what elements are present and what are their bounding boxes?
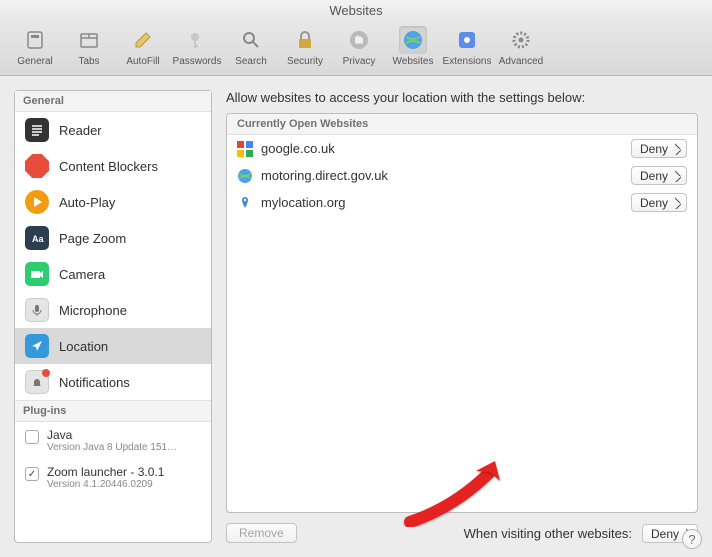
tab-security[interactable]: Security <box>282 26 328 67</box>
sidebar-header-general: General <box>15 91 211 112</box>
pencil-icon <box>129 26 157 54</box>
sidebar-label: Page Zoom <box>59 231 126 246</box>
microphone-icon <box>25 298 49 322</box>
site-row[interactable]: motoring.direct.gov.uk Deny <box>227 162 697 189</box>
sidebar-label: Reader <box>59 123 102 138</box>
hand-icon <box>345 26 373 54</box>
sidebar-item-reader[interactable]: Reader <box>15 112 211 148</box>
sidebar-label: Camera <box>59 267 105 282</box>
plugin-version: Version 4.1.20446.0209 <box>47 479 164 490</box>
sidebar-item-location[interactable]: Location <box>15 328 211 364</box>
help-button[interactable]: ? <box>682 529 702 549</box>
tabs-icon <box>75 26 103 54</box>
window-title: Websites <box>0 0 712 22</box>
tab-search[interactable]: Search <box>228 26 274 67</box>
tab-passwords[interactable]: Passwords <box>174 26 220 67</box>
site-name: mylocation.org <box>261 195 623 210</box>
site-row[interactable]: mylocation.org Deny <box>227 189 697 216</box>
site-permission-select[interactable]: Deny <box>631 139 687 158</box>
checkbox[interactable]: ✓ <box>25 467 39 481</box>
footer-label: When visiting other websites: <box>464 526 632 541</box>
remove-button[interactable]: Remove <box>226 523 297 543</box>
plugin-version: Version Java 8 Update 151… <box>47 442 177 453</box>
tab-websites[interactable]: Websites <box>390 26 436 67</box>
key-icon <box>183 26 211 54</box>
main-title: Allow websites to access your location w… <box>226 90 698 105</box>
gear-icon <box>507 26 535 54</box>
sidebar-label: Notifications <box>59 375 130 390</box>
tab-tabs[interactable]: Tabs <box>66 26 112 67</box>
favicon-pin <box>237 195 253 211</box>
main-panel: Allow websites to access your location w… <box>226 90 698 543</box>
plugin-item-zoom[interactable]: ✓ Zoom launcher - 3.0.1 Version 4.1.2044… <box>15 459 211 496</box>
sidebar-label: Content Blockers <box>59 159 158 174</box>
search-icon <box>237 26 265 54</box>
site-permission-select[interactable]: Deny <box>631 193 687 212</box>
sidebar-item-camera[interactable]: Camera <box>15 256 211 292</box>
tab-extensions[interactable]: Extensions <box>444 26 490 67</box>
sidebar-item-content-blockers[interactable]: Content Blockers <box>15 148 211 184</box>
puzzle-icon <box>453 26 481 54</box>
reader-icon <box>25 118 49 142</box>
plugin-name: Java <box>47 428 177 442</box>
plugin-item-java[interactable]: Java Version Java 8 Update 151… <box>15 422 211 459</box>
zoom-icon: Aa <box>25 226 49 250</box>
notification-badge <box>42 369 50 377</box>
favicon-google <box>237 141 253 157</box>
switch-icon <box>21 26 49 54</box>
tab-general[interactable]: General <box>12 26 58 67</box>
globe-icon <box>399 26 427 54</box>
site-name: motoring.direct.gov.uk <box>261 168 623 183</box>
camera-icon <box>25 262 49 286</box>
stop-icon <box>25 154 49 178</box>
tab-advanced[interactable]: Advanced <box>498 26 544 67</box>
sidebar-item-auto-play[interactable]: Auto-Play <box>15 184 211 220</box>
sidebar: General Reader Content Blockers Auto-Pla… <box>14 90 212 543</box>
websites-table: Currently Open Websites google.co.uk Den… <box>226 113 698 513</box>
svg-text:Aa: Aa <box>32 234 44 244</box>
site-permission-select[interactable]: Deny <box>631 166 687 185</box>
table-section-header: Currently Open Websites <box>227 114 697 135</box>
bell-icon <box>25 370 49 394</box>
tab-autofill[interactable]: AutoFill <box>120 26 166 67</box>
main-footer: Remove When visiting other websites: Den… <box>226 513 698 543</box>
site-name: google.co.uk <box>261 141 623 156</box>
sidebar-item-page-zoom[interactable]: Aa Page Zoom <box>15 220 211 256</box>
plugin-name: Zoom launcher - 3.0.1 <box>47 465 164 479</box>
sidebar-header-plugins: Plug-ins <box>15 400 211 422</box>
play-icon <box>25 190 49 214</box>
sidebar-label: Location <box>59 339 108 354</box>
tab-privacy[interactable]: Privacy <box>336 26 382 67</box>
favicon-globe <box>237 168 253 184</box>
sidebar-item-notifications[interactable]: Notifications <box>15 364 211 400</box>
sidebar-item-microphone[interactable]: Microphone <box>15 292 211 328</box>
checkbox[interactable] <box>25 430 39 444</box>
sidebar-label: Auto-Play <box>59 195 115 210</box>
site-row[interactable]: google.co.uk Deny <box>227 135 697 162</box>
preferences-toolbar: General Tabs AutoFill Passwords Search S… <box>0 22 712 76</box>
location-icon <box>25 334 49 358</box>
sidebar-label: Microphone <box>59 303 127 318</box>
lock-icon <box>291 26 319 54</box>
